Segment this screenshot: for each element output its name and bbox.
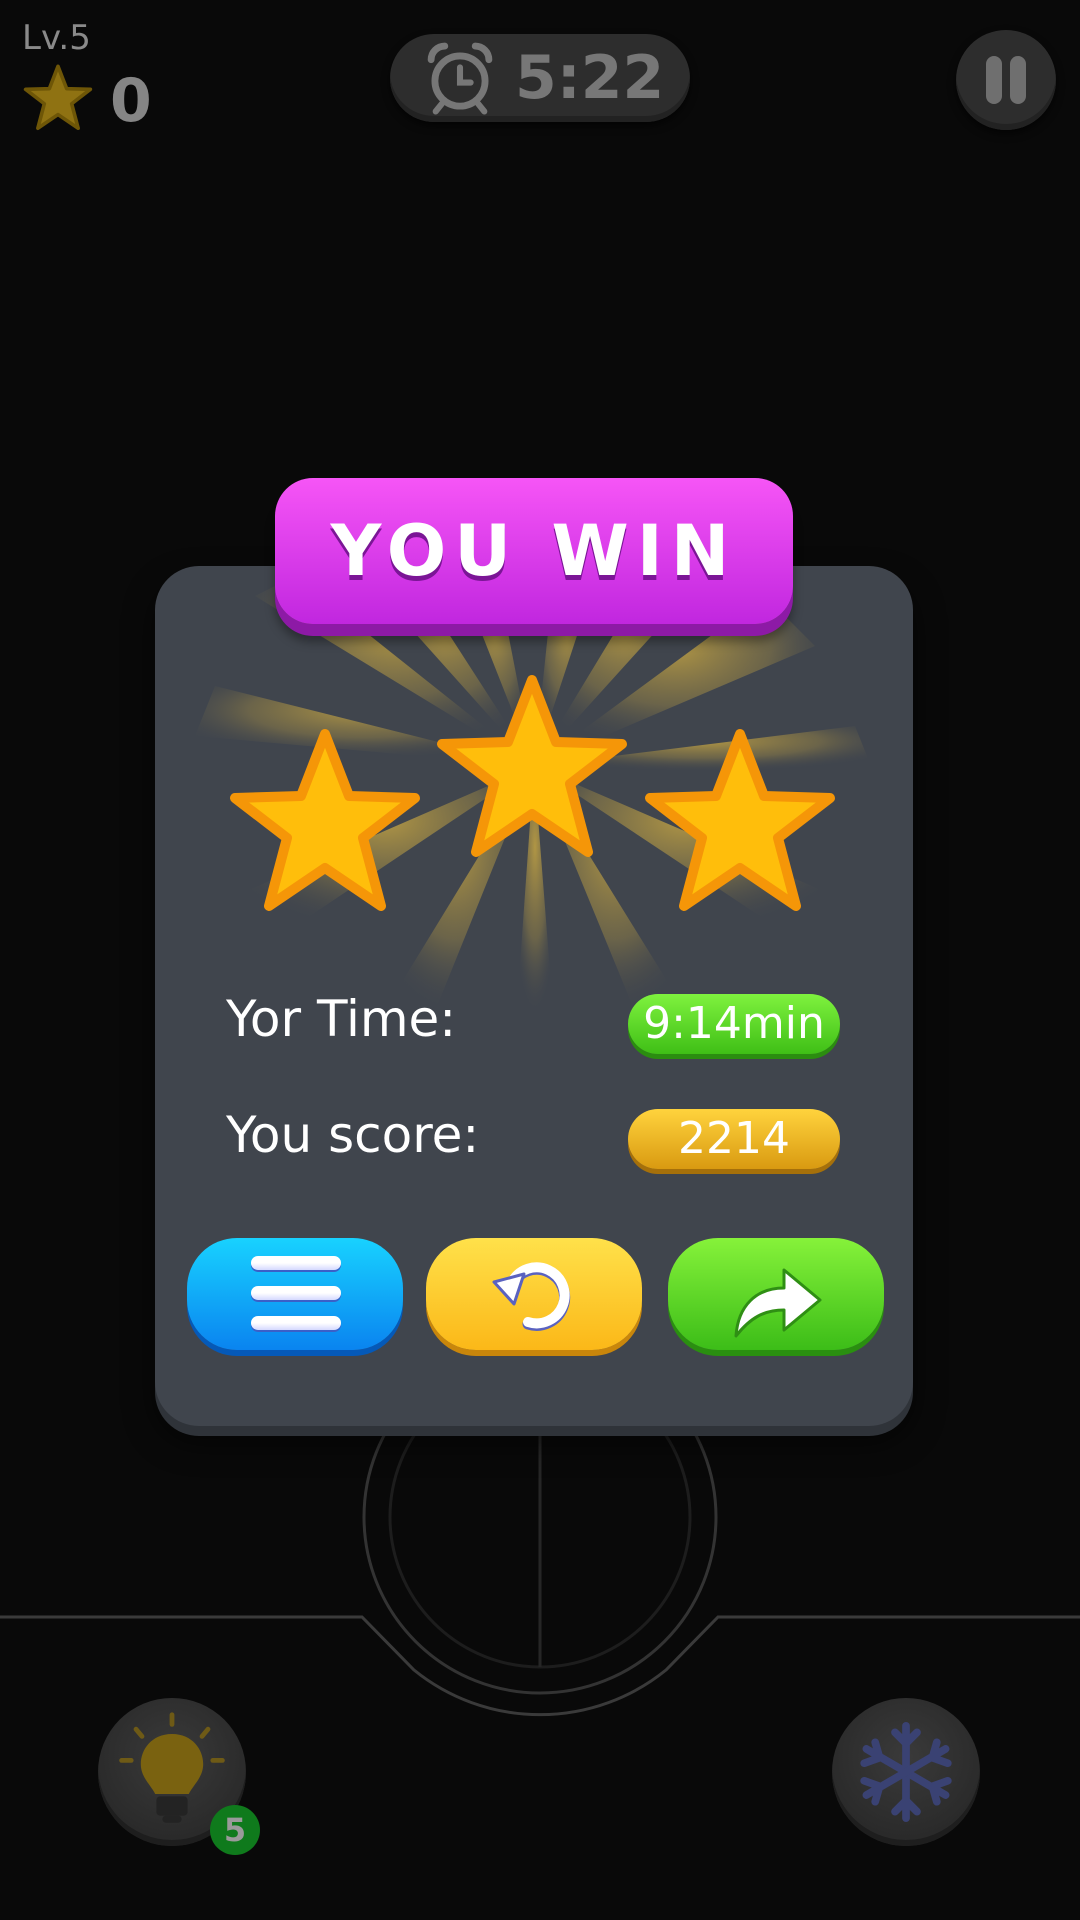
pause-icon (986, 56, 1002, 104)
time-label: Yor Time: (226, 990, 457, 1048)
win-title-banner: YOU WIN (275, 478, 793, 624)
next-button[interactable] (668, 1238, 884, 1350)
menu-button[interactable] (187, 1238, 403, 1350)
timer-text: 5:22 (515, 43, 665, 113)
score-value: 2214 (628, 1109, 840, 1169)
replay-button[interactable] (426, 1238, 642, 1350)
star-center-icon (437, 675, 627, 857)
lightbulb-icon (119, 1712, 225, 1823)
time-value: 9:14min (628, 994, 840, 1054)
pause-button[interactable] (956, 30, 1056, 130)
star-count: 0 (110, 66, 152, 136)
score-label: You score: (226, 1106, 480, 1164)
freeze-button[interactable] (832, 1698, 980, 1846)
alarm-clock-icon (427, 42, 493, 115)
next-arrow-icon (734, 1268, 822, 1338)
hint-count-badge: 5 (210, 1805, 260, 1855)
pause-icon-bar (1010, 56, 1026, 104)
replay-icon (492, 1262, 571, 1331)
star-left-icon (230, 729, 420, 911)
snowflake-icon (860, 1721, 952, 1823)
level-label: Lv.5 (22, 18, 91, 58)
star-icon (23, 64, 93, 131)
star-right-icon (645, 729, 835, 911)
